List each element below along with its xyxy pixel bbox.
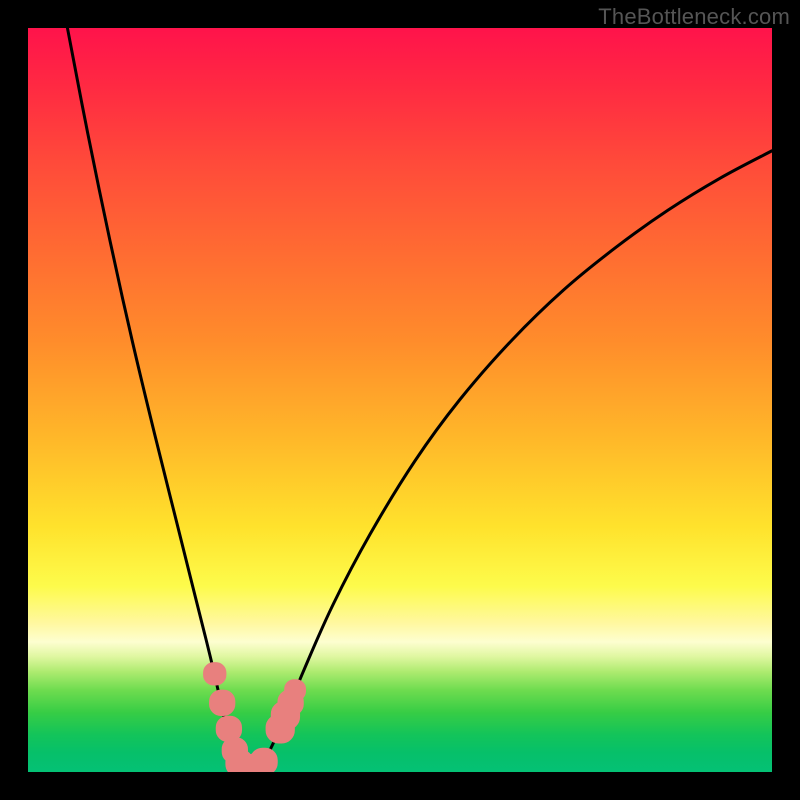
bottleneck-curve	[67, 28, 772, 769]
plot-area	[28, 28, 772, 772]
marker-dot	[285, 680, 306, 701]
marker-dot	[210, 690, 235, 715]
marker-dot	[204, 663, 226, 685]
chart-frame: TheBottleneck.com	[0, 0, 800, 800]
marker-dot	[250, 748, 277, 772]
watermark-text: TheBottleneck.com	[598, 4, 790, 30]
curve-layer	[28, 28, 772, 772]
curve-markers	[204, 663, 306, 772]
